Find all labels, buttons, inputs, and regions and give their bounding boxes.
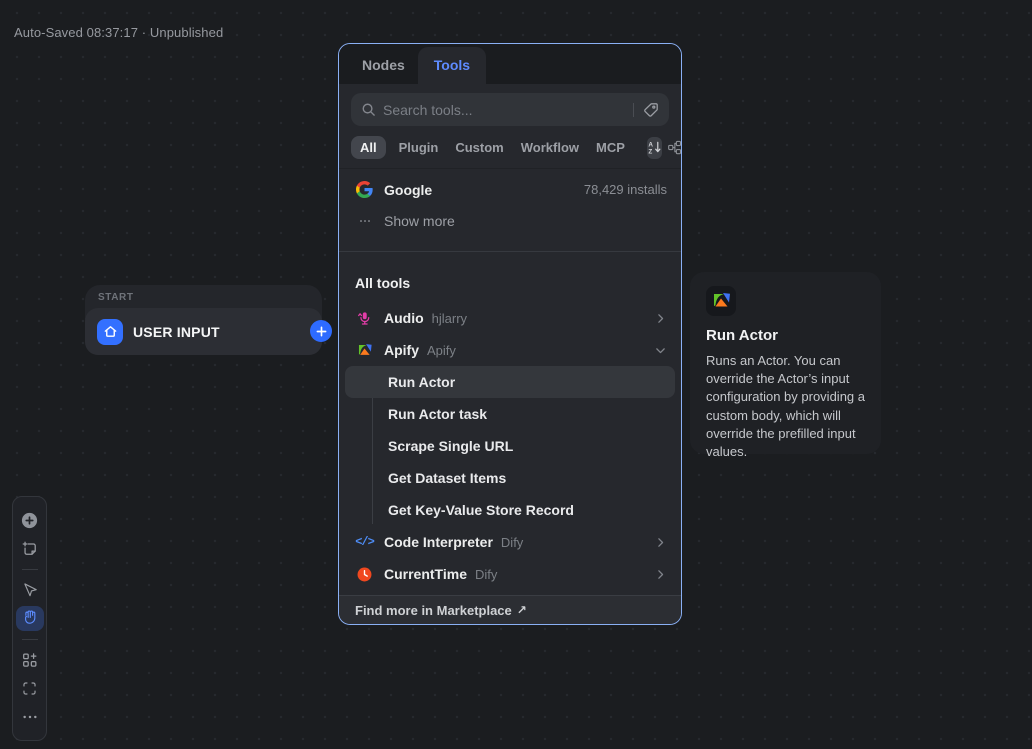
tree-view-icon <box>667 140 682 155</box>
audio-icon <box>355 309 374 328</box>
more-options-button[interactable] <box>16 705 44 729</box>
canvas-toolbar[interactable] <box>12 496 47 741</box>
section-divider <box>339 251 681 252</box>
tool-row-currenttime[interactable]: CurrentTime Dify <box>339 558 681 590</box>
apify-actions-group: Run Actor Run Actor task Scrape Single U… <box>339 366 681 526</box>
marketplace-plugin-row[interactable]: Google 78,429 installs <box>339 174 681 205</box>
hand-mode-button[interactable] <box>16 606 44 630</box>
clock-icon <box>355 565 374 584</box>
tool-row-apify[interactable]: Apify Apify <box>339 334 681 366</box>
action-scrape-single-url[interactable]: Scrape Single URL <box>345 430 675 462</box>
add-note-button[interactable] <box>16 536 44 560</box>
search-icon <box>361 102 376 117</box>
organize-blocks-button[interactable] <box>16 648 44 672</box>
tool-author: Apify <box>427 343 456 358</box>
tag-filter-icon[interactable] <box>643 102 659 118</box>
panel-tabs: Nodes Tools <box>339 44 681 84</box>
action-run-actor-task[interactable]: Run Actor task <box>345 398 675 430</box>
filter-mcp[interactable]: MCP <box>596 140 625 155</box>
workflow-canvas[interactable]: Auto-Saved 08:37:17 · Unpublished START … <box>0 0 1032 749</box>
plugin-name: Google <box>384 182 432 198</box>
pointer-icon <box>21 582 38 599</box>
chevron-down-icon <box>654 344 667 357</box>
show-more-label: Show more <box>384 213 455 229</box>
start-node-group[interactable]: START USER INPUT <box>85 285 322 355</box>
plus-circle-icon <box>20 511 39 530</box>
tool-author: Dify <box>475 567 497 582</box>
plus-icon <box>316 326 327 337</box>
node-title: USER INPUT <box>133 324 220 340</box>
svg-text:Z: Z <box>648 149 652 155</box>
filter-workflow[interactable]: Workflow <box>521 140 579 155</box>
tab-tools[interactable]: Tools <box>418 47 486 84</box>
sort-az-icon: A Z <box>647 140 662 155</box>
add-next-node-button[interactable] <box>310 320 332 342</box>
tab-nodes[interactable]: Nodes <box>349 47 418 84</box>
tool-row-code-interpreter[interactable]: </> Code Interpreter Dify <box>339 526 681 558</box>
search-input[interactable] <box>383 102 627 118</box>
tool-author: hjlarry <box>432 311 467 326</box>
tooltip-description: Runs an Actor. You can override the Acto… <box>706 352 865 461</box>
add-node-button[interactable] <box>16 508 44 532</box>
hand-icon <box>21 610 38 627</box>
tree-view-button[interactable] <box>667 137 682 159</box>
tool-name: CurrentTime <box>384 566 467 582</box>
tool-list[interactable]: Google 78,429 installs Show more All too… <box>339 169 681 595</box>
external-link-arrow-icon: ↗ <box>517 603 527 617</box>
search-box[interactable] <box>351 93 669 126</box>
footer-label: Find more in Marketplace <box>355 603 512 618</box>
tools-panel: Nodes Tools All Plugin Custom Workflow M… <box>338 43 682 625</box>
fit-view-icon <box>21 680 38 697</box>
tool-name: Audio <box>384 310 424 326</box>
google-icon <box>355 180 374 199</box>
toolbar-divider <box>22 569 38 570</box>
add-note-icon <box>21 540 39 558</box>
tool-row-audio[interactable]: Audio hjlarry <box>339 302 681 334</box>
tool-author: Dify <box>501 535 523 550</box>
tooltip-title: Run Actor <box>706 327 865 344</box>
apify-icon <box>706 286 736 316</box>
tool-name: Code Interpreter <box>384 534 493 550</box>
action-get-kv-store-record[interactable]: Get Key-Value Store Record <box>345 494 675 526</box>
chevron-right-icon <box>654 568 667 581</box>
home-icon <box>97 319 123 345</box>
ellipsis-icon <box>22 714 38 720</box>
pointer-mode-button[interactable] <box>16 578 44 602</box>
filter-plugin[interactable]: Plugin <box>399 140 439 155</box>
start-group-label: START <box>98 292 134 303</box>
user-input-node[interactable]: USER INPUT <box>85 308 322 355</box>
toolbar-divider <box>22 639 38 640</box>
tool-row-webscraper[interactable]: WebScraper Dify <box>339 590 681 595</box>
action-get-dataset-items[interactable]: Get Dataset Items <box>345 462 675 494</box>
show-more-row[interactable]: Show more <box>339 205 681 236</box>
tool-name: Apify <box>384 342 419 358</box>
marketplace-footer-link[interactable]: Find more in Marketplace ↗ <box>339 595 681 624</box>
tool-detail-tooltip: Run Actor Runs an Actor. You can overrid… <box>690 272 881 454</box>
sort-az-button[interactable]: A Z <box>647 137 662 159</box>
autosave-status: Auto-Saved 08:37:17 · Unpublished <box>14 25 223 40</box>
filter-all[interactable]: All <box>351 136 386 159</box>
install-count: 78,429 installs <box>584 182 667 197</box>
chevron-right-icon <box>654 536 667 549</box>
chevron-right-icon <box>654 312 667 325</box>
search-divider <box>633 103 634 117</box>
svg-text:A: A <box>648 142 653 149</box>
code-icon: </> <box>355 533 374 552</box>
filter-custom[interactable]: Custom <box>455 140 503 155</box>
fit-view-button[interactable] <box>16 676 44 700</box>
ellipsis-icon <box>355 211 374 230</box>
all-tools-header: All tools <box>339 267 681 298</box>
organize-icon <box>21 651 39 669</box>
action-run-actor[interactable]: Run Actor <box>345 366 675 398</box>
filter-row: All Plugin Custom Workflow MCP A Z <box>339 134 681 169</box>
apify-icon <box>355 341 374 360</box>
